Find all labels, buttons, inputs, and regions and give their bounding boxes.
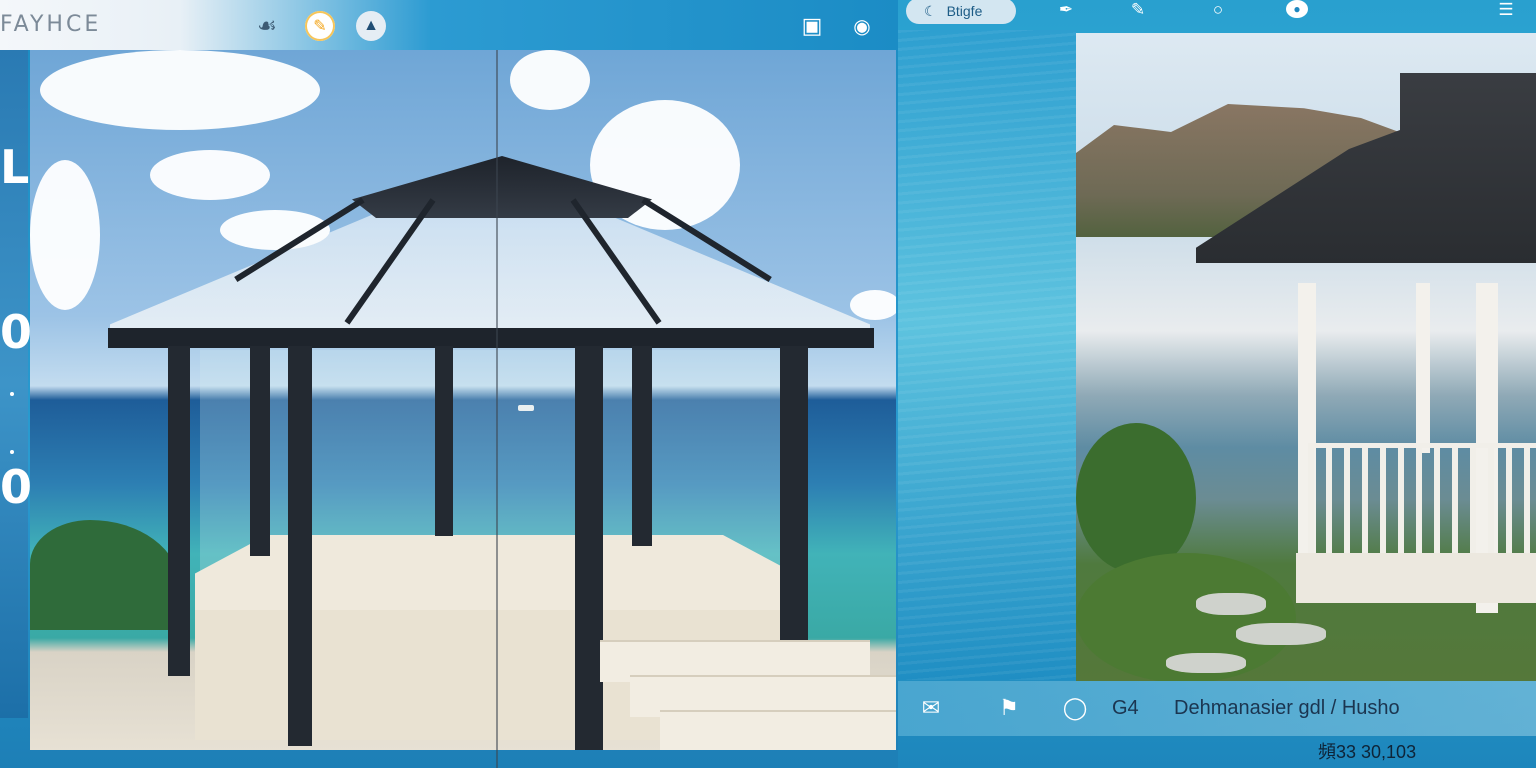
right-image-panel: ☾ Btigfe ✒ ✎ ○ ● ☰ ✉ ⚑ ◯ G4 Dehmanasier … (898, 0, 1536, 768)
side-glyph-3: 0 (0, 460, 33, 514)
pen-icon[interactable]: ✒ (1054, 0, 1078, 20)
flag-icon[interactable]: ⚑ (994, 695, 1024, 721)
gazebo-post (575, 346, 603, 750)
cloud (40, 50, 320, 130)
water-texture (898, 30, 1076, 680)
status-bar: ✉ ⚑ ◯ G4 Dehmanasier gdl / Husho (898, 681, 1536, 736)
gazebo-post (288, 346, 312, 746)
stone (1196, 593, 1266, 615)
bush (1076, 423, 1196, 573)
stone (1236, 623, 1326, 645)
pavilion-railing (1308, 443, 1536, 568)
cloud (510, 50, 590, 110)
left-toolbar: FAYHCE ☙ ✎ ▲ ▣ ◉ (0, 0, 898, 50)
step (660, 710, 896, 750)
left-image-panel: FAYHCE ☙ ✎ ▲ ▣ ◉ L 0 0 (0, 0, 898, 768)
right-toolbar: ☾ Btigfe ✒ ✎ ○ ● ☰ (898, 0, 1536, 30)
gazebo-post (435, 346, 453, 536)
side-glyph-1: L (0, 140, 30, 194)
window-icon[interactable]: ▣ (795, 11, 829, 41)
moon-icon: ☾ (924, 2, 937, 19)
status-title: Dehmanasier gdl / Husho (1174, 697, 1400, 719)
cloud (150, 150, 270, 200)
gazebo-render (30, 50, 896, 750)
gazebo-post (168, 346, 190, 676)
gazebo-beam (108, 328, 874, 348)
gazebo-post (250, 346, 270, 556)
side-dot (10, 450, 14, 454)
folder-icon[interactable]: ✉ (916, 695, 946, 721)
gazebo-post (632, 346, 652, 546)
cloud (30, 160, 100, 310)
sailboat-icon[interactable]: ▲ (356, 11, 386, 41)
search-pill-label: Btigfe (946, 3, 983, 19)
coordinates-readout: 頻33 30,103 (1318, 742, 1417, 762)
search-pill[interactable]: ☾ Btigfe (906, 0, 1016, 24)
app-brand: FAYHCE (0, 12, 102, 37)
shrub (30, 520, 180, 630)
pavilion-deck (1296, 553, 1536, 603)
eye-icon[interactable]: ◉ (842, 11, 882, 41)
status-code: G4 (1112, 697, 1139, 719)
pencil-icon[interactable]: ✎ (305, 11, 335, 41)
stone (1166, 653, 1246, 673)
side-dot (10, 392, 14, 396)
cloud (850, 290, 896, 320)
brush-icon[interactable]: ☙ (252, 11, 282, 41)
record-icon[interactable]: ◯ (1060, 695, 1090, 721)
gazebo-post (780, 346, 808, 646)
side-glyph-2: 0 (0, 305, 33, 359)
pavilion-post (1416, 283, 1430, 453)
guide-line[interactable] (496, 50, 498, 768)
menu-icon[interactable]: ☰ (1494, 0, 1518, 20)
edit-icon[interactable]: ✎ (1126, 0, 1150, 20)
globe-icon[interactable]: ● (1286, 0, 1308, 18)
pavilion-photo (1076, 33, 1536, 681)
circle-icon[interactable]: ○ (1206, 0, 1230, 20)
